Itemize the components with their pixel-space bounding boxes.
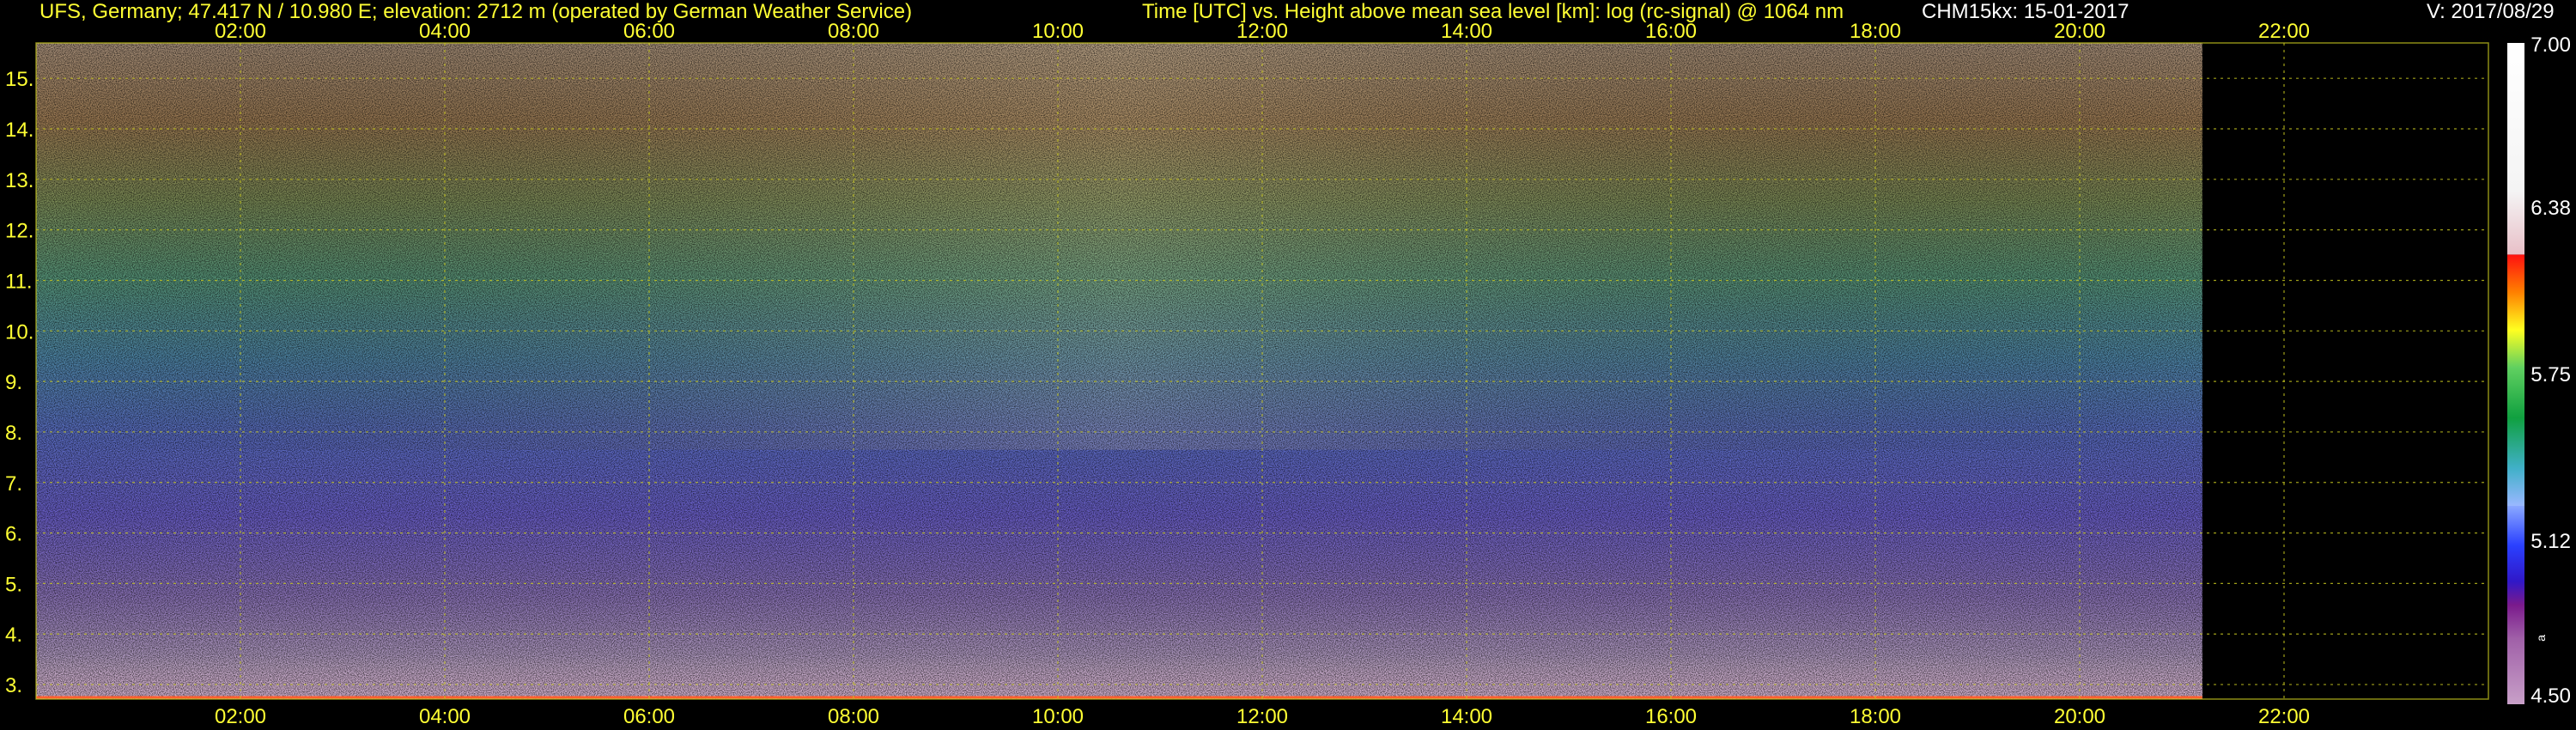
y-tick-label: 7. (5, 472, 22, 496)
colorbar-tick-label: 4.50 (2530, 684, 2571, 708)
x-tick-label-bottom: 20:00 (2054, 705, 2105, 728)
colorbar-mid (2507, 254, 2524, 506)
x-tick-label-bottom: 02:00 (215, 705, 266, 728)
x-tick-label-top: 14:00 (1441, 20, 1492, 43)
x-tick-label-bottom: 04:00 (419, 705, 471, 728)
y-tick-label: 3. (5, 674, 22, 697)
y-tick-label: 5. (5, 573, 22, 596)
y-tick-label: 15. (5, 68, 33, 91)
x-tick-label-bottom: 10:00 (1032, 705, 1084, 728)
x-tick-label-top: 18:00 (1850, 20, 1901, 43)
y-tick-label: 6. (5, 523, 22, 546)
x-tick-label-top: 22:00 (2258, 20, 2310, 43)
x-tick-label-top: 04:00 (419, 20, 471, 43)
x-tick-label-top: 20:00 (2054, 20, 2105, 43)
y-tick-label: 10. (5, 320, 33, 344)
colorbar-tick-label: 7.00 (2530, 33, 2571, 57)
x-tick-label-top: 12:00 (1236, 20, 1288, 43)
ceilometer-chart: 02:00 02:00 04:00 04:00 06:00 06:00 08:00 08:00… (5, 20, 2571, 728)
y-tick-label: 11. (5, 270, 33, 293)
colorbar-high (2507, 43, 2524, 255)
signal-sparkle (36, 43, 2202, 699)
x-tick-label-bottom: 16:00 (1645, 705, 1697, 728)
colorbar-unit-mark: a (2534, 635, 2548, 642)
x-tick-label-bottom: 22:00 (2258, 705, 2310, 728)
x-tick-label-bottom: 08:00 (828, 705, 879, 728)
y-tick-label: 8. (5, 422, 22, 445)
colorbar: 7.00 6.38 5.75 5.12 4.50 a (2507, 33, 2571, 708)
x-tick-label-top: 06:00 (623, 20, 675, 43)
colorbar-low (2507, 506, 2524, 704)
y-tick-label: 14. (5, 119, 33, 142)
y-tick-label: 12. (5, 220, 33, 243)
y-tick-label: 4. (5, 624, 22, 647)
colorbar-tick-label: 5.12 (2530, 530, 2571, 553)
x-tick-label-top: 16:00 (1645, 20, 1697, 43)
colorbar-tick-label: 5.75 (2530, 363, 2571, 386)
x-tick-label-top: 02:00 (215, 20, 266, 43)
x-tick-label-top: 08:00 (828, 20, 879, 43)
x-tick-label-bottom: 12:00 (1236, 705, 1288, 728)
x-tick-label-top: 10:00 (1032, 20, 1084, 43)
x-tick-label-bottom: 14:00 (1441, 705, 1492, 728)
x-tick-label-bottom: 06:00 (623, 705, 675, 728)
colorbar-tick-label: 6.38 (2530, 197, 2571, 220)
x-tick-label-bottom: 18:00 (1850, 705, 1901, 728)
y-tick-label: 9. (5, 371, 22, 394)
y-tick-label: 13. (5, 169, 33, 192)
